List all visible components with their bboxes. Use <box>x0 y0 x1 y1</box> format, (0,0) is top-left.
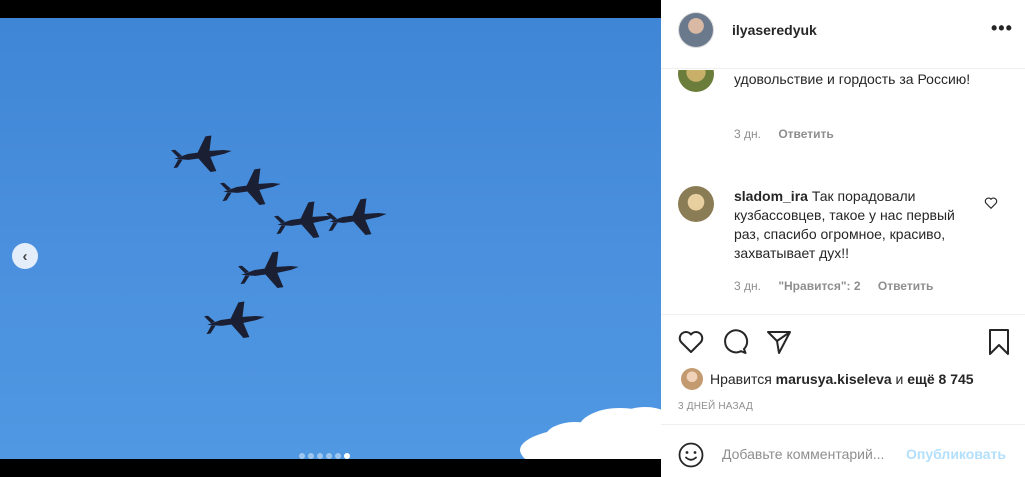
reply-button[interactable]: Ответить <box>878 279 933 293</box>
carousel-dot <box>299 453 305 459</box>
comment-like-icon[interactable] <box>984 196 998 210</box>
comment-body: спасибо за доставленное удовольствие и г… <box>734 70 974 89</box>
comment-body: sladom_ira Так порадовали кузбассовцев, … <box>734 187 974 263</box>
comment-input[interactable] <box>722 442 902 466</box>
more-options-icon[interactable]: ••• <box>991 18 1013 39</box>
post-date[interactable]: 3 дней назад <box>678 401 753 412</box>
sky-jets-image <box>169 132 661 459</box>
jet <box>169 132 235 178</box>
carousel-dot <box>326 453 332 459</box>
likes-count-button[interactable]: ещё 8 745 <box>907 371 973 387</box>
carousel-dot <box>344 453 350 459</box>
likes-summary: Нравится marusya.kiseleva и ещё 8 745 <box>681 368 974 390</box>
comment-age: 3 дн. <box>734 279 761 293</box>
liker-avatar[interactable] <box>681 368 703 390</box>
post-sidebar: ilyaseredyuk ••• спасибо за доставленное… <box>661 0 1025 477</box>
jet <box>324 195 390 241</box>
comment-icon[interactable] <box>721 328 749 356</box>
comment-age: 3 дн. <box>734 127 761 141</box>
liker-username[interactable]: marusya.kiseleva <box>776 371 892 387</box>
carousel-prev-button[interactable]: ‹ <box>12 243 38 269</box>
carousel-dot <box>335 453 341 459</box>
commenter-avatar[interactable] <box>678 70 714 92</box>
author-username[interactable]: ilyaseredyuk <box>732 22 817 38</box>
carousel-dot <box>308 453 314 459</box>
add-comment-bar: Опубликовать <box>661 424 1025 477</box>
comment-meta: 3 дн. Ответить <box>734 127 848 141</box>
heart-icon[interactable] <box>677 328 705 356</box>
share-icon[interactable] <box>765 328 793 356</box>
comments-list: спасибо за доставленное удовольствие и г… <box>661 70 1025 314</box>
jet <box>272 198 338 244</box>
comment-meta: 3 дн. "Нравится": 2 Ответить <box>734 279 947 293</box>
post-photo: ‹ <box>0 18 661 459</box>
bookmark-icon[interactable] <box>985 328 1013 356</box>
post-header: ilyaseredyuk ••• <box>661 0 1025 69</box>
comment-text: спасибо за доставленное удовольствие и г… <box>734 71 971 87</box>
cloud <box>520 407 661 459</box>
likes-middle: и <box>895 371 904 387</box>
comment-username[interactable]: sladom_ira <box>734 188 808 204</box>
post-actions: Нравится marusya.kiseleva и ещё 8 745 3 … <box>661 314 1025 424</box>
carousel-dots <box>299 453 350 459</box>
author-avatar[interactable] <box>678 12 714 48</box>
carousel-dot <box>317 453 323 459</box>
jet <box>218 165 284 211</box>
likes-prefix: Нравится <box>710 371 772 387</box>
post-comment-button[interactable]: Опубликовать <box>906 446 1006 462</box>
post-media: ‹ <box>0 0 661 477</box>
smiley-icon[interactable] <box>678 442 704 468</box>
jet <box>202 298 268 344</box>
chevron-left-icon: ‹ <box>22 247 28 265</box>
commenter-avatar[interactable] <box>678 186 714 222</box>
comment-likes-button[interactable]: "Нравится": 2 <box>778 279 860 293</box>
reply-button[interactable]: Ответить <box>778 127 833 141</box>
jet <box>236 248 302 294</box>
